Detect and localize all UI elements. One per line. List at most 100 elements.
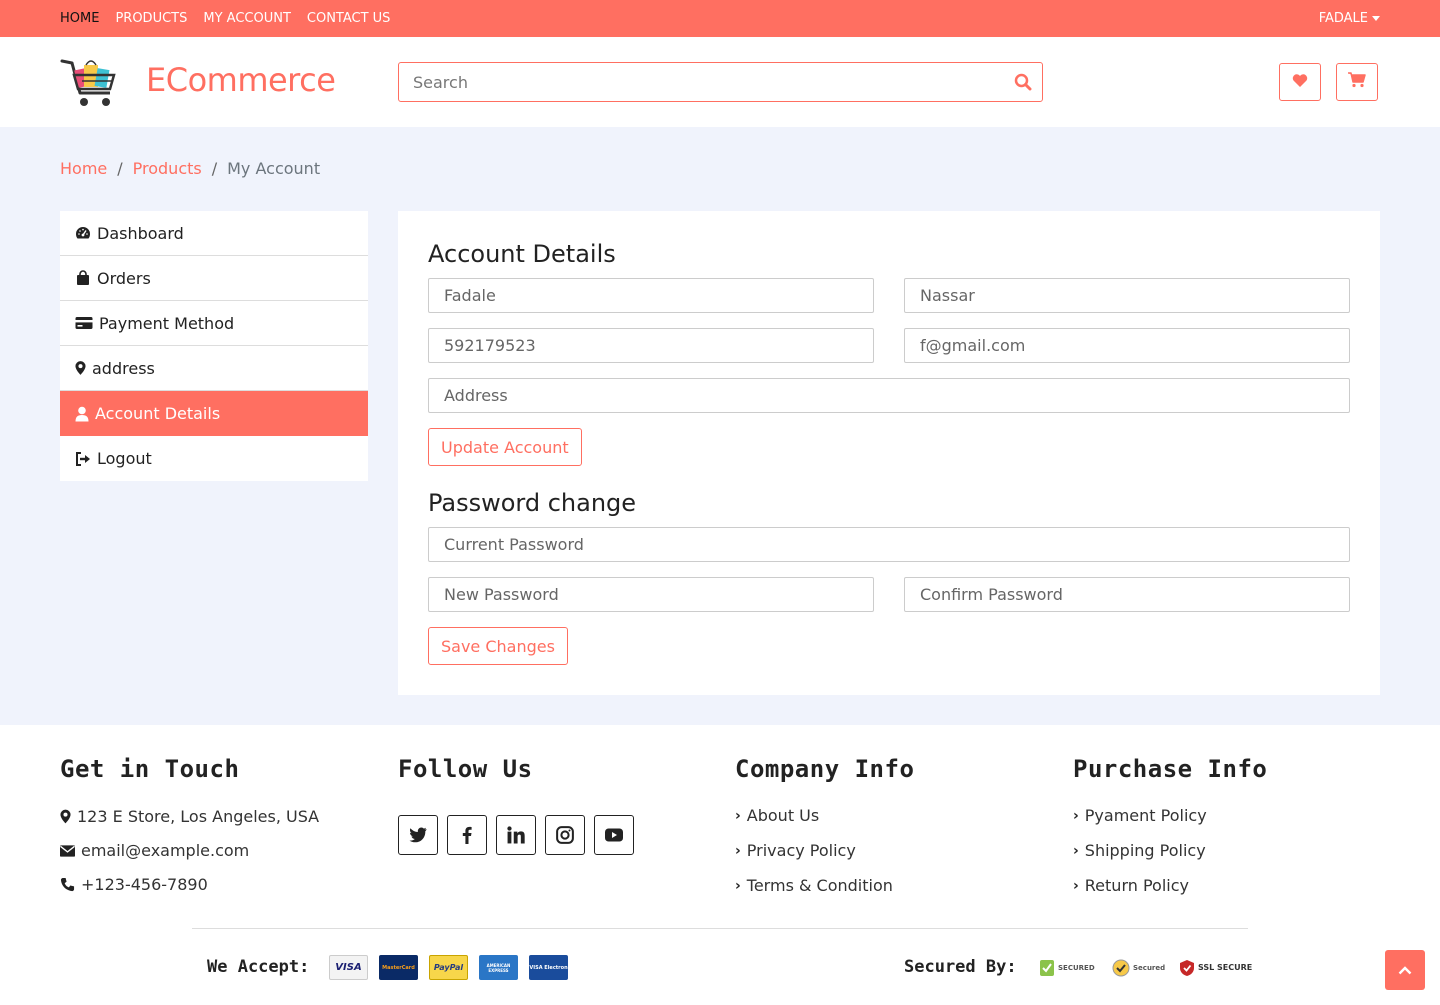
instagram-button[interactable] xyxy=(545,815,585,855)
footer-link-label: Privacy Policy xyxy=(746,841,856,860)
twitter-button[interactable] xyxy=(398,815,438,855)
footer-link-label: Terms & Condition xyxy=(746,876,893,895)
sidebar-item-label: address xyxy=(92,358,155,378)
shopping-bag-icon xyxy=(77,270,89,285)
cart-button[interactable] xyxy=(1336,63,1378,101)
footer-address-text: 123 E Store, Los Angeles, USA xyxy=(77,807,320,826)
breadcrumb: Home / Products / My Account xyxy=(60,159,320,178)
envelope-icon xyxy=(60,844,75,857)
nav-contact-us[interactable]: CONTACT US xyxy=(307,11,391,26)
chevron-right-icon: › xyxy=(735,842,741,859)
linkedin-button[interactable] xyxy=(496,815,536,855)
cart-icon xyxy=(1348,72,1366,92)
footer-link-return-policy[interactable]: › Return Policy xyxy=(1073,876,1189,895)
account-sidebar: Dashboard Orders Payment Method address … xyxy=(60,211,368,481)
footer-link-payment-policy[interactable]: › Pyament Policy xyxy=(1073,806,1207,825)
secured-by-label: Secured By: xyxy=(904,957,1017,977)
phone-input[interactable] xyxy=(429,329,873,362)
map-marker-icon xyxy=(75,361,86,375)
footer-email-text[interactable]: email@example.com xyxy=(81,841,249,860)
footer-link-label: Pyament Policy xyxy=(1084,806,1207,825)
footer-link-shipping-policy[interactable]: › Shipping Policy xyxy=(1073,841,1206,860)
nav-products[interactable]: PRODUCTS xyxy=(115,11,187,26)
sidebar-item-label: Logout xyxy=(97,449,152,468)
breadcrumb-separator: / xyxy=(211,159,218,178)
last-name-input[interactable] xyxy=(905,279,1349,312)
new-password-input[interactable] xyxy=(429,578,873,611)
email-input[interactable] xyxy=(905,329,1349,362)
sidebar-item-label: Payment Method xyxy=(99,313,235,333)
visa-card-icon: VISA xyxy=(329,955,368,980)
back-to-top-button[interactable] xyxy=(1385,950,1425,990)
facebook-icon xyxy=(462,826,472,844)
chevron-right-icon: › xyxy=(735,877,741,894)
account-details-title: Account Details xyxy=(428,240,616,268)
main-content: Home / Products / My Account Dashboard O… xyxy=(0,127,1440,725)
facebook-button[interactable] xyxy=(447,815,487,855)
phone-field xyxy=(428,328,874,363)
shopping-cart-logo[interactable] xyxy=(60,55,120,111)
nav-my-account[interactable]: MY ACCOUNT xyxy=(203,11,291,26)
footer-purchase-title: Purchase Info xyxy=(1073,755,1268,783)
sidebar-item-orders[interactable]: Orders xyxy=(60,256,368,301)
footer-phone: +123-456-7890 xyxy=(60,875,208,894)
sidebar-item-logout[interactable]: Logout xyxy=(60,436,368,481)
chevron-right-icon: › xyxy=(1073,807,1079,824)
caret-down-icon xyxy=(1372,16,1380,21)
update-account-button[interactable]: Update Account xyxy=(428,428,582,466)
sidebar-item-payment-method[interactable]: Payment Method xyxy=(60,301,368,346)
footer-link-about[interactable]: › About Us xyxy=(735,806,819,825)
top-bar: HOME PRODUCTS MY ACCOUNT CONTACT US FADA… xyxy=(0,0,1440,37)
email-field xyxy=(904,328,1350,363)
header: ECommerce xyxy=(0,37,1440,127)
footer-contact-title: Get in Touch xyxy=(60,755,240,783)
address-input[interactable] xyxy=(429,379,1349,412)
linkedin-icon xyxy=(507,826,525,844)
account-panel: Account Details Update Account Password … xyxy=(398,211,1380,695)
sidebar-item-label: Orders xyxy=(97,268,151,288)
wishlist-button[interactable] xyxy=(1279,63,1321,101)
footer-link-privacy[interactable]: › Privacy Policy xyxy=(735,841,856,860)
breadcrumb-products[interactable]: Products xyxy=(133,159,202,178)
chevron-right-icon: › xyxy=(735,807,741,824)
youtube-button[interactable] xyxy=(594,815,634,855)
address-field xyxy=(428,378,1350,413)
we-accept-label: We Accept: xyxy=(207,957,310,977)
footer-link-terms[interactable]: › Terms & Condition xyxy=(735,876,893,895)
current-password-field xyxy=(428,527,1350,562)
sidebar-item-address[interactable]: address xyxy=(60,346,368,391)
footer-follow-title: Follow Us xyxy=(398,755,533,783)
visa-electron-icon: VISA Electron xyxy=(529,955,568,980)
footer-divider xyxy=(192,928,1248,929)
ssl-secure-seal-icon: SSL SECURE xyxy=(1179,955,1252,980)
footer-company-title: Company Info xyxy=(735,755,915,783)
sidebar-item-label: Dashboard xyxy=(97,223,184,243)
seal-label: SSL SECURE xyxy=(1198,963,1253,972)
search-input[interactable] xyxy=(399,63,999,101)
footer-company: Company Info xyxy=(735,755,914,783)
top-nav: HOME PRODUCTS MY ACCOUNT CONTACT US xyxy=(60,0,390,37)
confirm-password-field xyxy=(904,577,1350,612)
sidebar-item-dashboard[interactable]: Dashboard xyxy=(60,211,368,256)
confirm-password-input[interactable] xyxy=(905,578,1349,611)
chevron-up-icon xyxy=(1398,966,1412,975)
dashboard-icon xyxy=(75,227,91,239)
footer-email: email@example.com xyxy=(60,841,249,860)
breadcrumb-home[interactable]: Home xyxy=(60,159,107,178)
footer-follow: Follow Us xyxy=(398,755,533,783)
nav-home[interactable]: HOME xyxy=(60,11,99,26)
chevron-right-icon: › xyxy=(1073,877,1079,894)
brand-name[interactable]: ECommerce xyxy=(146,61,336,99)
first-name-input[interactable] xyxy=(429,279,873,312)
search-icon[interactable] xyxy=(1014,73,1032,91)
breadcrumb-current: My Account xyxy=(227,159,321,178)
youtube-icon xyxy=(605,828,623,842)
sidebar-item-account-details[interactable]: Account Details xyxy=(60,391,368,436)
current-password-input[interactable] xyxy=(429,528,1349,561)
user-menu[interactable]: FADALE xyxy=(1319,0,1380,37)
sign-out-icon xyxy=(76,451,90,466)
twitter-icon xyxy=(409,827,427,843)
phone-icon xyxy=(60,877,75,892)
save-changes-button[interactable]: Save Changes xyxy=(428,627,568,665)
amex-icon: AMERICAN EXPRESS xyxy=(479,955,518,980)
